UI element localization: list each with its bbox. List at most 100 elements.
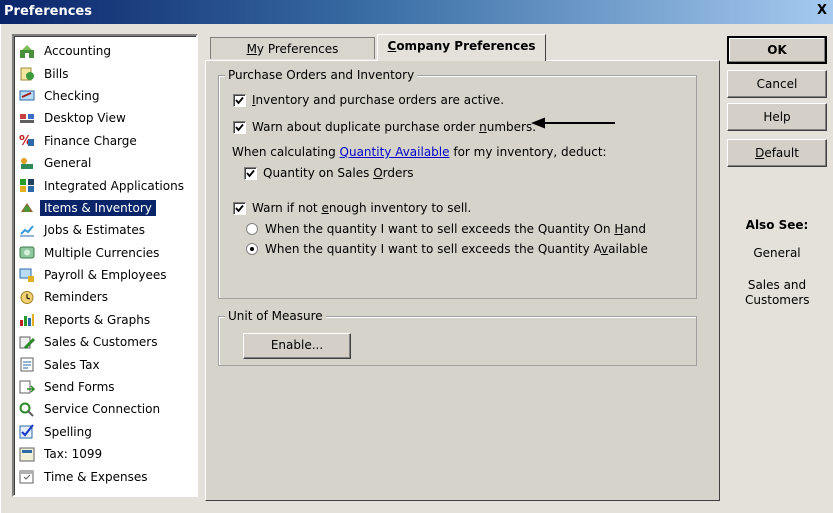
radio-selected-dot xyxy=(250,247,254,251)
jobs-estimates-icon xyxy=(18,222,36,238)
sidebar-item-integrated-applications[interactable]: Integrated Applications xyxy=(14,174,196,196)
ok-button[interactable]: OK xyxy=(727,36,827,64)
help-button[interactable]: Help xyxy=(727,103,827,131)
sidebar-item-reminders[interactable]: Reminders xyxy=(14,286,196,308)
warn-duplicate-row: Warn about duplicate purchase order numb… xyxy=(233,120,536,134)
reminders-icon xyxy=(18,289,36,305)
close-button[interactable]: X xyxy=(813,2,831,20)
sidebar-item-finance-charge[interactable]: % Finance Charge xyxy=(14,130,196,152)
sidebar-item-label: Integrated Applications xyxy=(44,178,184,193)
cancel-button[interactable]: Cancel xyxy=(727,70,827,98)
sidebar-item-multiple-currencies[interactable]: Multiple Currencies xyxy=(14,242,196,264)
warn-duplicate-label[interactable]: Warn about duplicate purchase order numb… xyxy=(252,120,536,134)
tab-my-preferences-label: My Preferences xyxy=(246,42,339,56)
sidebar-item-label: Send Forms xyxy=(44,380,115,395)
radio-available-row: When the quantity I want to sell exceeds… xyxy=(246,242,648,256)
sidebar-item-general[interactable]: General xyxy=(14,152,196,174)
sidebar-item-checking[interactable]: Checking xyxy=(14,85,196,107)
warn-not-enough-row: Warn if not enough inventory to sell. xyxy=(233,201,471,215)
sidebar-item-sales-customers[interactable]: Sales & Customers xyxy=(14,331,196,353)
sidebar-item-time-expenses[interactable]: Time & Expenses xyxy=(14,465,196,487)
enable-button[interactable]: Enable... xyxy=(243,333,351,359)
calc-quantity-row: When calculating Quantity Available for … xyxy=(232,145,607,159)
tax-1099-icon xyxy=(18,446,36,462)
finance-charge-icon: % xyxy=(18,133,36,149)
sidebar-item-label: Time & Expenses xyxy=(44,469,148,484)
checking-icon xyxy=(18,88,36,104)
sidebar-item-label: Checking xyxy=(44,88,100,103)
time-expenses-icon xyxy=(18,469,36,485)
tab-my-preferences[interactable]: My Preferences xyxy=(210,37,375,59)
sidebar-item-label: Bills xyxy=(44,66,69,81)
sidebar-item-label: Items & Inventory xyxy=(40,199,156,216)
check-icon xyxy=(235,123,244,131)
warn-duplicate-checkbox[interactable] xyxy=(233,120,246,134)
tab-company-preferences-label: Company Preferences xyxy=(387,39,536,53)
integrated-applications-icon xyxy=(18,178,36,194)
sidebar-item-items-inventory[interactable]: Items & Inventory xyxy=(14,197,196,219)
purchase-orders-legend: Purchase Orders and Inventory xyxy=(225,68,418,82)
sidebar-item-spelling[interactable]: Spelling xyxy=(14,421,196,443)
also-see-heading: Also See: xyxy=(745,218,809,232)
warn-not-enough-checkbox[interactable] xyxy=(233,201,246,215)
reports-graphs-icon xyxy=(18,312,36,328)
default-button-label: Default xyxy=(755,146,799,160)
quantity-available-link[interactable]: Quantity Available xyxy=(340,145,450,159)
radio-on-hand[interactable] xyxy=(246,223,258,235)
tab-company-preferences[interactable]: Company Preferences xyxy=(377,34,546,61)
sidebar-item-label: Finance Charge xyxy=(44,133,137,148)
radio-available-label[interactable]: When the quantity I want to sell exceeds… xyxy=(265,242,648,256)
title-bar: Preferences X xyxy=(0,0,833,24)
check-icon xyxy=(246,169,255,177)
sidebar-item-label: Tax: 1099 xyxy=(44,447,103,462)
preferences-category-list: Accounting Bills Checking Desktop View% Fina… xyxy=(12,34,198,497)
calc-quantity-prefix: When calculating xyxy=(232,145,340,159)
preferences-dialog: Accounting Bills Checking Desktop View% Fina… xyxy=(0,24,833,513)
radio-available[interactable] xyxy=(246,243,258,255)
items-inventory-icon xyxy=(18,200,36,216)
sidebar-item-label: Multiple Currencies xyxy=(44,245,160,260)
inventory-active-checkbox[interactable] xyxy=(233,93,246,107)
company-preferences-panel: Purchase Orders and Inventory Inventory … xyxy=(205,60,720,501)
warn-not-enough-label[interactable]: Warn if not enough inventory to sell. xyxy=(252,201,471,215)
sidebar-item-label: Desktop View xyxy=(44,111,126,126)
inventory-active-row: Inventory and purchase orders are active… xyxy=(233,93,504,107)
unit-of-measure-legend: Unit of Measure xyxy=(225,309,326,323)
sidebar-item-bills[interactable]: Bills xyxy=(14,62,196,84)
also-see-general-link[interactable]: General xyxy=(727,246,827,261)
sidebar-item-reports-graphs[interactable]: Reports & Graphs xyxy=(14,309,196,331)
qty-sales-orders-checkbox[interactable] xyxy=(244,166,257,180)
sidebar-item-jobs-estimates[interactable]: Jobs & Estimates xyxy=(14,219,196,241)
sidebar-item-sales-tax[interactable]: Sales Tax xyxy=(14,353,196,375)
qty-sales-orders-label[interactable]: Quantity on Sales Orders xyxy=(263,166,414,180)
calc-quantity-suffix: for my inventory, deduct: xyxy=(449,145,607,159)
sidebar-item-label: Spelling xyxy=(44,424,92,439)
service-connection-icon xyxy=(18,401,36,417)
general-icon xyxy=(18,155,36,171)
window-title: Preferences xyxy=(4,4,92,19)
sidebar-item-label: Sales & Customers xyxy=(44,335,158,350)
also-see-sales-customers-link[interactable]: Sales and Customers xyxy=(727,278,827,308)
sidebar-item-accounting[interactable]: Accounting xyxy=(14,40,196,62)
sidebar-item-service-connection[interactable]: Service Connection xyxy=(14,398,196,420)
inventory-active-label[interactable]: Inventory and purchase orders are active… xyxy=(252,93,504,107)
default-button[interactable]: Default xyxy=(727,139,827,167)
sidebar-item-desktop-view[interactable]: Desktop View xyxy=(14,107,196,129)
send-forms-icon xyxy=(18,379,36,395)
purchase-orders-group: Purchase Orders and Inventory xyxy=(218,68,697,299)
sidebar-item-label: Accounting xyxy=(44,44,112,59)
accounting-icon xyxy=(18,43,36,59)
sales-tax-icon xyxy=(18,357,36,373)
sidebar-item-tax-1099[interactable]: Tax: 1099 xyxy=(14,443,196,465)
arrow-left-icon xyxy=(531,117,615,129)
desktop-view-icon xyxy=(18,110,36,126)
spelling-icon xyxy=(18,424,36,440)
sidebar-item-send-forms[interactable]: Send Forms xyxy=(14,376,196,398)
sidebar-item-label: Reports & Graphs xyxy=(44,312,151,327)
sidebar-item-label: Payroll & Employees xyxy=(44,268,167,283)
check-icon xyxy=(235,96,244,104)
check-icon xyxy=(235,204,244,212)
sidebar-item-label: Sales Tax xyxy=(44,357,100,372)
sidebar-item-payroll-employees[interactable]: Payroll & Employees xyxy=(14,264,196,286)
radio-on-hand-label[interactable]: When the quantity I want to sell exceeds… xyxy=(265,222,646,236)
